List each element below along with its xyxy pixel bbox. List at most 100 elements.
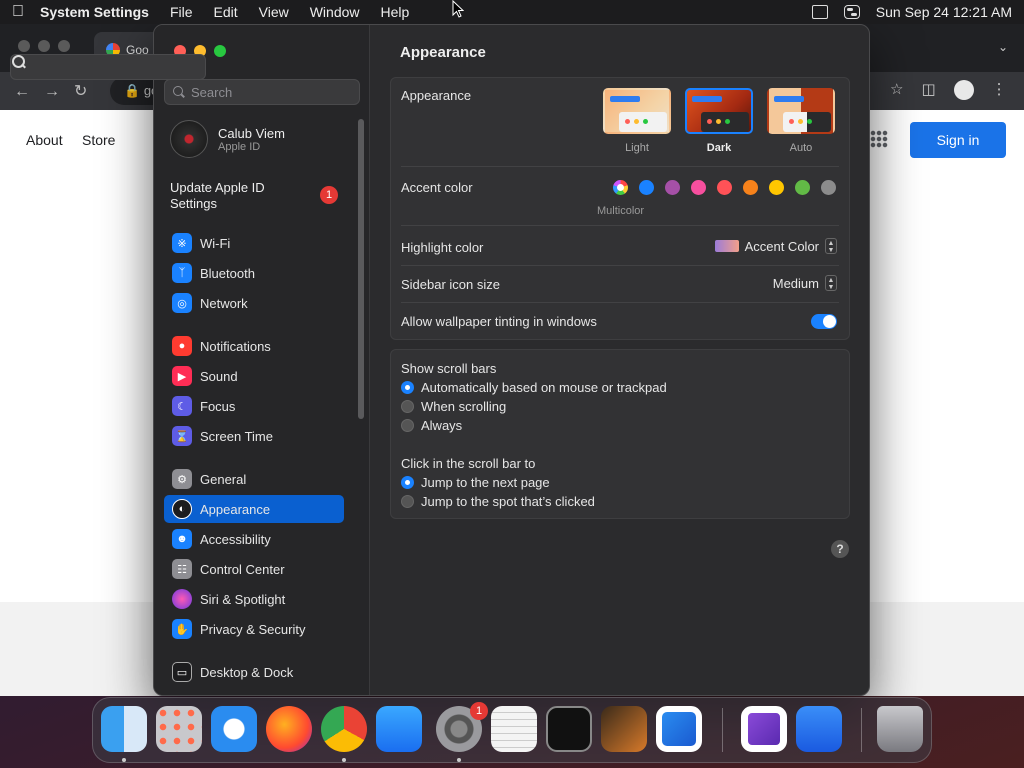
accent-blue[interactable] — [639, 180, 654, 195]
bell-icon: ● — [172, 336, 192, 356]
sidebar-item-notifications[interactable]: ● Notifications — [164, 332, 344, 360]
accent-red[interactable] — [717, 180, 732, 195]
about-link[interactable]: About — [26, 132, 63, 148]
menu-bar:  System Settings File Edit View Window … — [0, 0, 1024, 80]
radio-scroll-automatic[interactable]: Automatically based on mouse or trackpad — [401, 380, 667, 395]
chevron-down-icon[interactable]: ⌄ — [998, 40, 1008, 54]
accessibility-icon: ☻ — [172, 529, 192, 549]
radio-click-next-page[interactable]: Jump to the next page — [401, 475, 550, 490]
sign-in-button[interactable]: Sign in — [910, 122, 1006, 158]
sidebar-search — [164, 79, 360, 105]
update-apple-id-item[interactable]: Update Apple ID Settings 1 — [170, 180, 360, 212]
apple-menu-icon[interactable]:  — [12, 3, 40, 21]
menu-file[interactable]: File — [170, 4, 193, 20]
spotlight-search-icon[interactable] — [10, 54, 206, 80]
wallpaper-tinting-toggle[interactable] — [811, 314, 837, 329]
dock-separator — [861, 708, 862, 752]
sidebar-item-screen-time[interactable]: ⌛ Screen Time — [164, 422, 344, 450]
menu-edit[interactable]: Edit — [214, 4, 238, 20]
theme-light-thumbnail — [603, 88, 671, 134]
radio-click-spot[interactable]: Jump to the spot that’s clicked — [401, 494, 595, 509]
theme-dark[interactable]: Dark — [684, 88, 754, 154]
menu-app-name[interactable]: System Settings — [40, 4, 149, 20]
sidebar-item-wifi[interactable]: ※ Wi-Fi — [164, 229, 344, 257]
menu-help[interactable]: Help — [381, 4, 410, 20]
firefox-icon[interactable] — [266, 706, 312, 752]
menu-clock[interactable]: Sun Sep 24 12:21 AM — [876, 4, 1012, 20]
apple-id-profile[interactable]: Calub Viem Apple ID — [170, 120, 285, 158]
radio-button — [401, 495, 414, 508]
avatar — [170, 120, 208, 158]
appearance-pane: Appearance Appearance Light Dark Auto Ac… — [370, 25, 869, 695]
sidebar-item-general[interactable]: ⚙ General — [164, 465, 344, 493]
control-center-icon[interactable] — [843, 5, 860, 19]
siri-icon — [172, 589, 192, 609]
theme-dark-thumbnail — [685, 88, 753, 134]
terminal-icon[interactable] — [546, 706, 592, 752]
vscode-icon[interactable] — [656, 706, 702, 752]
safari-icon[interactable] — [211, 706, 257, 752]
apps-grid-icon[interactable] — [870, 130, 888, 148]
divider — [401, 225, 839, 226]
sidebar-item-control-center[interactable]: ☷ Control Center — [164, 555, 344, 583]
sidebar-item-sound[interactable]: ▶ Sound — [164, 362, 344, 390]
sidebar-item-accessibility[interactable]: ☻ Accessibility — [164, 525, 344, 553]
theme-light[interactable]: Light — [602, 88, 672, 154]
sidebar-item-label: Wi-Fi — [200, 235, 231, 251]
menu-view[interactable]: View — [259, 4, 289, 20]
sidebar-item-bluetooth[interactable]: ᛉ Bluetooth — [164, 259, 344, 287]
sidebar-item-siri-spotlight[interactable]: Siri & Spotlight — [164, 585, 344, 613]
finder-icon[interactable] — [101, 706, 147, 752]
visual-studio-icon[interactable] — [741, 706, 787, 752]
zoom-button[interactable] — [214, 45, 226, 57]
chrome-icon[interactable] — [321, 706, 367, 752]
menu-window[interactable]: Window — [310, 4, 360, 20]
sidebar-item-label: Notifications — [200, 338, 271, 354]
browser-nav-icons[interactable]: ←→↻ — [14, 81, 101, 101]
profile-icon[interactable] — [953, 80, 974, 100]
app-store-icon[interactable] — [376, 706, 422, 752]
update-badge: 1 — [320, 186, 338, 204]
launchpad-icon[interactable] — [156, 706, 202, 752]
sidebar-icon-size-popup[interactable]: Medium ▲ ▼ — [773, 275, 837, 291]
radio-scroll-when-scrolling[interactable]: When scrolling — [401, 399, 506, 414]
garageband-icon[interactable] — [601, 706, 647, 752]
side-panel-icon[interactable]: ◫ — [921, 80, 935, 100]
wallpaper-tinting-label: Allow wallpaper tinting in windows — [401, 314, 597, 329]
settings-sidebar: Calub Viem Apple ID Update Apple ID Sett… — [154, 25, 370, 695]
accent-purple[interactable] — [665, 180, 680, 195]
theme-auto[interactable]: Auto — [766, 88, 836, 154]
sidebar-item-focus[interactable]: ☾ Focus — [164, 392, 344, 420]
radio-button — [401, 400, 414, 413]
sidebar-item-privacy-security[interactable]: ✋ Privacy & Security — [164, 615, 344, 643]
wifi-icon: ※ — [172, 233, 192, 253]
store-link[interactable]: Store — [82, 132, 115, 148]
sidebar-item-label: Screen Time — [200, 428, 273, 444]
control-center-icon: ☷ — [172, 559, 192, 579]
trash-icon[interactable] — [877, 706, 923, 752]
accent-multicolor[interactable] — [613, 180, 628, 195]
help-button[interactable]: ? — [831, 540, 849, 558]
bookmark-star-icon[interactable]: ☆ — [890, 80, 903, 100]
accent-pink[interactable] — [691, 180, 706, 195]
sidebar-item-appearance[interactable]: ◐ Appearance — [164, 495, 344, 523]
sidebar-item-label: Desktop & Dock — [200, 664, 294, 680]
sidebar-item-network[interactable]: ◎ Network — [164, 289, 344, 317]
accent-orange[interactable] — [743, 180, 758, 195]
sidebar-scrollbar[interactable] — [358, 119, 364, 419]
radio-scroll-always[interactable]: Always — [401, 418, 462, 433]
gear-icon: ⚙ — [172, 469, 192, 489]
weather-icon[interactable] — [796, 706, 842, 752]
accent-graphite[interactable] — [821, 180, 836, 195]
accent-yellow[interactable] — [769, 180, 784, 195]
sidebar-item-label: General — [200, 471, 247, 487]
accent-green[interactable] — [795, 180, 810, 195]
highlight-color-popup[interactable]: Accent Color ▲ ▼ — [714, 238, 837, 254]
screen-mirroring-icon[interactable] — [811, 5, 828, 19]
update-label: Update Apple ID Settings — [170, 180, 265, 211]
search-input[interactable] — [191, 84, 351, 100]
kebab-menu-icon[interactable]: ⋮ — [992, 80, 1007, 100]
textedit-icon[interactable] — [491, 706, 537, 752]
sidebar-item-label: Control Center — [200, 561, 285, 577]
sidebar-item-desktop-dock[interactable]: ▭ Desktop & Dock — [164, 658, 344, 686]
